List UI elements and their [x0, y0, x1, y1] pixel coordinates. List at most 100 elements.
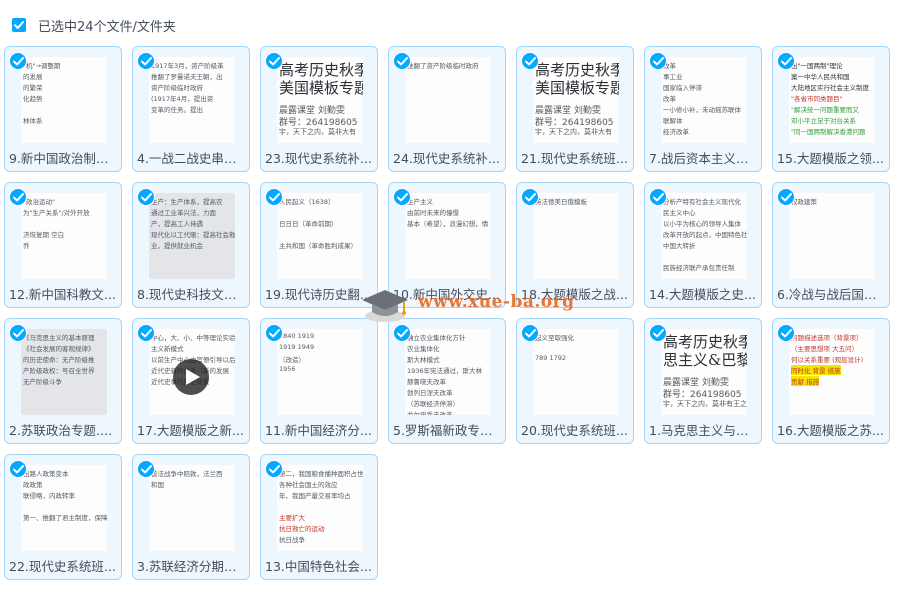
- file-checkbox[interactable]: [521, 188, 539, 206]
- file-card[interactable]: 生产：生产体系，提高农 通过工业革兴法，力面 产，提高工人待遇 现代化以工代赈：提高社…: [132, 182, 250, 308]
- file-checkbox[interactable]: [393, 52, 411, 70]
- check-icon: [653, 193, 664, 202]
- file-checkbox[interactable]: [265, 460, 283, 478]
- thumbnail-text-line: 《马克思主义的基本原理: [23, 334, 95, 342]
- file-card[interactable]: 高考历史秋季班美国模板专题晨露课堂 刘勤雯群号：264198605宇，天下之内，…: [516, 46, 634, 172]
- file-checkbox[interactable]: [9, 460, 27, 478]
- file-card[interactable]: 普法战争中赔款，法兰西 和国 3.苏联经济分期专...: [132, 454, 250, 580]
- file-card[interactable]: 改革 事工业 国家临入停滞 改革 一小修小补，未动摇苏联体 联解体 经济改革 7.战后资本主义…: [644, 46, 762, 172]
- file-checkbox[interactable]: [9, 188, 27, 206]
- thumbnail-text-line: 宇，天下之内，莫非大有: [279, 128, 356, 136]
- file-checkbox[interactable]: [649, 188, 667, 206]
- thumbnail-text-line: 基本（希望），浪漫幻想，情: [407, 220, 489, 228]
- thumbnail-text-line: 斯大林模式: [407, 356, 440, 364]
- select-all-checkbox[interactable]: [12, 18, 26, 32]
- thumbnail-text-line: 以小平为核心的领导人集体: [663, 220, 741, 228]
- file-card[interactable]: 起义至取强化 789 1792 20.现代史系统班...: [516, 318, 634, 444]
- check-icon: [141, 57, 152, 66]
- thumbnail-text-line: 出路人政策变本: [23, 470, 69, 478]
- file-card[interactable]: 1840 1919 1919 1949 （改造） 1956 11.新中国经济分...: [260, 318, 378, 444]
- thumbnail-text-line: 改革开放的起点，中国特色社会: [663, 231, 747, 239]
- file-name: 9.新中国政治制度...: [9, 151, 119, 166]
- file-thumbnail: 1917年3月，资产阶级革 推翻了罗曼诺夫王朝，出 资产阶级临时政府 (1917年4月…: [149, 57, 235, 143]
- file-thumbnail: 起义至取强化 789 1792: [533, 329, 619, 415]
- file-name: 21.现代史系统班...: [521, 151, 628, 166]
- thumbnail-text-line: 贡献 措施: [791, 376, 820, 386]
- file-thumbnail: 英法德美日俄模板: [533, 193, 619, 279]
- file-card[interactable]: 中心，大、小、中等理论实验主义新模式以前生产中心由官僚引导以后近代史新的关系（新…: [132, 318, 250, 444]
- file-name: 12.新中国科教文...: [9, 287, 116, 302]
- file-thumbnail: 高考历史秋季班美国模板专题晨露课堂 刘勤雯群号：264198605宇，天下之内，…: [277, 57, 363, 143]
- thumbnail-text-line: （主要思想项 大五问）: [791, 345, 859, 353]
- file-card[interactable]: 问题描述选项（背景项） （主要思想项 大五问） 何以关系重要 (观层设计) 同时化 背…: [772, 318, 890, 444]
- file-name: 13.中国特色社会...: [265, 559, 372, 574]
- file-card[interactable]: 确立农业集体化方针 农业集体化 斯大林模式 1936年宪法通过，斯大林 赫鲁晓夫改革 勃列…: [388, 318, 506, 444]
- thumbnail-text-line: 美国模板专题: [279, 79, 363, 97]
- file-card[interactable]: 权政建策 6.冷战与战后国际...: [772, 182, 890, 308]
- thumbnail-text-line: 问题描述选项（背景项）: [791, 334, 863, 342]
- file-checkbox[interactable]: [137, 52, 155, 70]
- file-card[interactable]: 分析产特有社会主义现代化 民主义中心 以小平为核心的领导人集体 改革开放的起点，中国特…: [644, 182, 762, 308]
- file-thumbnail: 普法战争中赔款，法兰西 和国: [149, 465, 235, 551]
- file-card[interactable]: 1917年3月，资产阶级革 推翻了罗曼诺夫王朝，出 资产阶级临时政府 (1917年4月…: [132, 46, 250, 172]
- check-icon: [525, 329, 536, 338]
- file-thumbnail: 推翻了资产阶级临时政府: [405, 57, 491, 143]
- check-icon: [397, 329, 408, 338]
- check-icon: [141, 465, 152, 474]
- thumbnail-text-line: 化趋势: [23, 95, 43, 103]
- file-name: 5.罗斯福新政专题....: [393, 423, 503, 438]
- thumbnail-text-line: 主共和国（革命胜利成果）: [279, 242, 357, 250]
- file-card[interactable]: "机"→调整期 的发展 的繁荣 化趋势 林体系 9.新中国政治制度...: [4, 46, 122, 172]
- file-thumbnail: 生产：生产体系，提高农 通过工业革兴法，力面 产，提高工人待遇 现代化以工代赈：提高社…: [149, 193, 235, 279]
- check-icon: [13, 465, 24, 474]
- file-thumbnail: 问题描述选项（背景项） （主要思想项 大五问） 何以关系重要 (观层设计) 同时化 背…: [789, 329, 875, 415]
- thumbnail-text-line: 经济改革: [663, 128, 689, 136]
- file-checkbox[interactable]: [9, 52, 27, 70]
- thumbnail-text-line: 推翻了罗曼诺夫王朝，出: [151, 73, 223, 81]
- thumbnail-text-line: 通过工业革兴法，力面: [151, 209, 216, 217]
- file-name: 2.苏联政治专题.m...: [9, 423, 119, 438]
- file-checkbox[interactable]: [777, 52, 795, 70]
- thumbnail-text-line: （苏联经济停滞）: [407, 400, 459, 408]
- file-card[interactable]: "政治运动" 为"生产关系"/对外开放 济恢复期 空白乔 12.新中国科教文...: [4, 182, 122, 308]
- file-card[interactable]: 高考历史秋季班美国模板专题晨露课堂 刘勤雯群号：264198605宇，天下之内，…: [260, 46, 378, 172]
- file-card[interactable]: 出"一国两制"理论 案一中华人民共和国 大陆地区实行社会主义制度 "各省市同类题目" "…: [772, 46, 890, 172]
- thumbnail-text-line: 的历史使命：无产阶级推: [23, 356, 95, 364]
- file-thumbnail: 改革 事工业 国家临入停滞 改革 一小修小补，未动摇苏联体 联解体 经济改革: [661, 57, 747, 143]
- thumbnail-text-line: 济恢复期 空白: [23, 231, 65, 239]
- file-checkbox[interactable]: [521, 52, 539, 70]
- file-thumbnail: 生产主义 由前时未来的憧憬 基本（希望），浪漫幻想，情: [405, 193, 491, 279]
- file-checkbox[interactable]: [777, 324, 795, 342]
- file-checkbox[interactable]: [649, 324, 667, 342]
- file-checkbox[interactable]: [393, 188, 411, 206]
- thumbnail-text-line: 1840 1919: [279, 332, 315, 340]
- thumbnail-text-line: 邓小平立足于对台关系: [791, 117, 856, 125]
- file-checkbox[interactable]: [265, 52, 283, 70]
- file-checkbox[interactable]: [265, 324, 283, 342]
- file-card[interactable]: 高考历史秋季班思主义&巴黎公社晨露课堂 刘勤雯群号：264198605宇，天下之…: [644, 318, 762, 444]
- file-checkbox[interactable]: [777, 188, 795, 206]
- thumbnail-text-line: 的繁荣: [23, 84, 43, 92]
- play-icon[interactable]: [173, 359, 209, 395]
- file-checkbox[interactable]: [9, 324, 27, 342]
- check-icon: [14, 21, 24, 29]
- check-icon: [269, 329, 280, 338]
- file-card[interactable]: 《马克思主义的基本原理 《社会发展的客观规律》 的历史使命：无产阶级推 产阶级政权：号…: [4, 318, 122, 444]
- thumbnail-text-line: 国家临入停滞: [663, 84, 702, 92]
- watermark-text: www.xue-ba.org: [418, 292, 575, 312]
- file-checkbox[interactable]: [137, 188, 155, 206]
- file-checkbox[interactable]: [649, 52, 667, 70]
- thumbnail-text-line: 产阶级政权：号召全世界: [23, 367, 95, 375]
- file-card[interactable]: 第二，我国粮食播种面积占世界 各种社会国土的效应 年、我国产量交易率均占 主要扩大 抗日…: [260, 454, 378, 580]
- thumbnail-text-line: 无产阶级斗争: [23, 378, 62, 386]
- thumbnail-text-line: 案一中华人民共和国: [791, 73, 850, 81]
- thumbnail-text-line: 分析产特有社会主义现代化: [663, 198, 741, 206]
- file-card[interactable]: 推翻了资产阶级临时政府 24.现代史系统补...: [388, 46, 506, 172]
- file-thumbnail: 高考历史秋季班美国模板专题晨露课堂 刘勤雯群号：264198605宇，天下之内，…: [533, 57, 619, 143]
- file-checkbox[interactable]: [137, 324, 155, 342]
- file-checkbox[interactable]: [137, 460, 155, 478]
- file-card[interactable]: 出路人政策变本政政策联侵略，内政转率第一、推翻了君主制度，保障自由 22.现代史系…: [4, 454, 122, 580]
- thumbnail-text-line: 美国模板专题: [535, 79, 619, 97]
- file-checkbox[interactable]: [265, 188, 283, 206]
- thumbnail-text-line: 大陆地区实行社会主义制度: [791, 84, 869, 92]
